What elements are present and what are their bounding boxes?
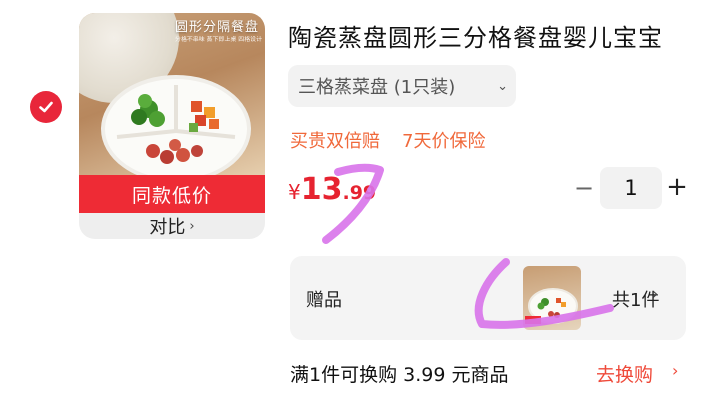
chevron-right-icon: › (189, 218, 195, 234)
chevron-right-icon[interactable]: › (672, 361, 678, 380)
chevron-right-icon: › (652, 284, 659, 303)
compare-button[interactable]: 对比 › (79, 213, 265, 239)
gift-label: 赠品 (306, 290, 342, 311)
price-currency: ¥ (288, 180, 301, 204)
thumbnail-overlay-title: 圆形分隔餐盘 (175, 20, 260, 35)
price: ¥13.99 (288, 172, 376, 207)
exchange-promo-text: 满1件可换购 3.99 元商品 (290, 364, 509, 386)
gift-row[interactable]: 赠品 共1件 › (290, 256, 686, 340)
item-select-checkbox[interactable] (30, 91, 62, 123)
plate-graphic (101, 75, 251, 183)
exchange-button[interactable]: 去换购 (596, 360, 653, 387)
same-item-low-price-banner[interactable]: 同款低价 (79, 175, 265, 213)
guarantee-double-refund: 买贵双倍赔 (290, 131, 380, 152)
product-card[interactable]: 圆形分隔餐盘 分格不串味 蒸下即上桌 四格设计 同款低价 对比 › (79, 13, 265, 239)
product-title[interactable]: 陶瓷蒸盘圆形三分格餐盘婴儿宝宝 (288, 18, 663, 53)
product-thumbnail[interactable]: 圆形分隔餐盘 分格不串味 蒸下即上桌 四格设计 (79, 13, 265, 183)
price-decimal: .99 (342, 182, 377, 204)
minus-icon[interactable]: − (568, 176, 600, 202)
sku-selector[interactable]: 三格蒸菜盘 (1只装) ⌄ (288, 65, 516, 107)
thumbnail-overlay-subtitle: 分格不串味 蒸下即上桌 四格设计 (175, 35, 263, 43)
price-integer: 13 (300, 172, 343, 207)
plus-icon[interactable]: + (663, 174, 691, 201)
gift-thumbnail (523, 266, 581, 330)
compare-label: 对比 (149, 217, 186, 238)
sku-label: 三格蒸菜盘 (1只装) (298, 77, 456, 98)
check-icon (39, 101, 53, 113)
chevron-down-icon: ⌄ (497, 78, 508, 94)
guarantee-price-protect: 7天价保险 (402, 131, 486, 152)
quantity-input[interactable]: 1 (600, 167, 662, 209)
